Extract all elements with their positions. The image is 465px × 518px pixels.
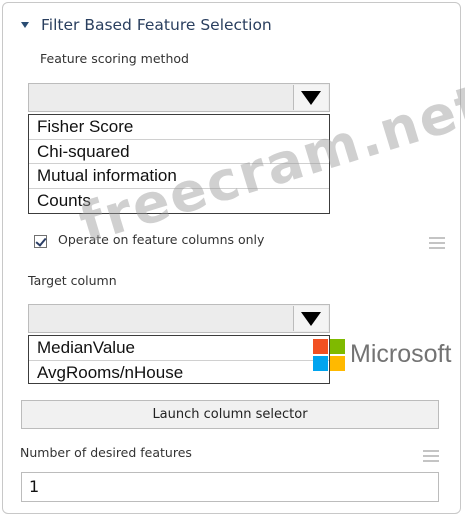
target-column-options: MedianValue AvgRooms/nHouse <box>28 335 330 384</box>
dropdown-arrow-icon[interactable] <box>293 85 328 110</box>
target-column-dropdown[interactable] <box>28 304 330 333</box>
desired-features-input[interactable]: 1 <box>21 472 439 502</box>
feature-scoring-label: Feature scoring method <box>40 51 189 66</box>
collapse-triangle-icon[interactable] <box>21 22 29 28</box>
checkmark-icon <box>35 235 47 247</box>
desired-features-label: Number of desired features <box>20 445 192 460</box>
feature-scoring-dropdown[interactable] <box>28 83 330 112</box>
section-title: Filter Based Feature Selection <box>41 16 272 34</box>
microsoft-logo <box>313 339 346 372</box>
properties-panel: Filter Based Feature Selection Feature s… <box>2 2 461 514</box>
feature-scoring-options: Fisher Score Chi-squared Mutual informat… <box>28 114 330 214</box>
option-mutual-information[interactable]: Mutual information <box>29 164 329 189</box>
target-column-label: Target column <box>28 273 117 288</box>
drag-handle-icon[interactable] <box>423 450 439 462</box>
option-counts[interactable]: Counts <box>29 189 329 214</box>
microsoft-wordmark: Microsoft <box>350 340 452 368</box>
option-median-value[interactable]: MedianValue <box>29 336 329 361</box>
option-avg-rooms[interactable]: AvgRooms/nHouse <box>29 361 329 386</box>
option-chi-squared[interactable]: Chi-squared <box>29 140 329 164</box>
operate-on-feature-columns-label: Operate on feature columns only <box>58 232 265 247</box>
launch-column-selector-button[interactable]: Launch column selector <box>21 400 439 429</box>
operate-on-feature-columns-checkbox[interactable] <box>34 235 47 248</box>
drag-handle-icon[interactable] <box>429 237 445 249</box>
option-fisher-score[interactable]: Fisher Score <box>29 115 329 140</box>
dropdown-arrow-icon[interactable] <box>293 306 328 331</box>
